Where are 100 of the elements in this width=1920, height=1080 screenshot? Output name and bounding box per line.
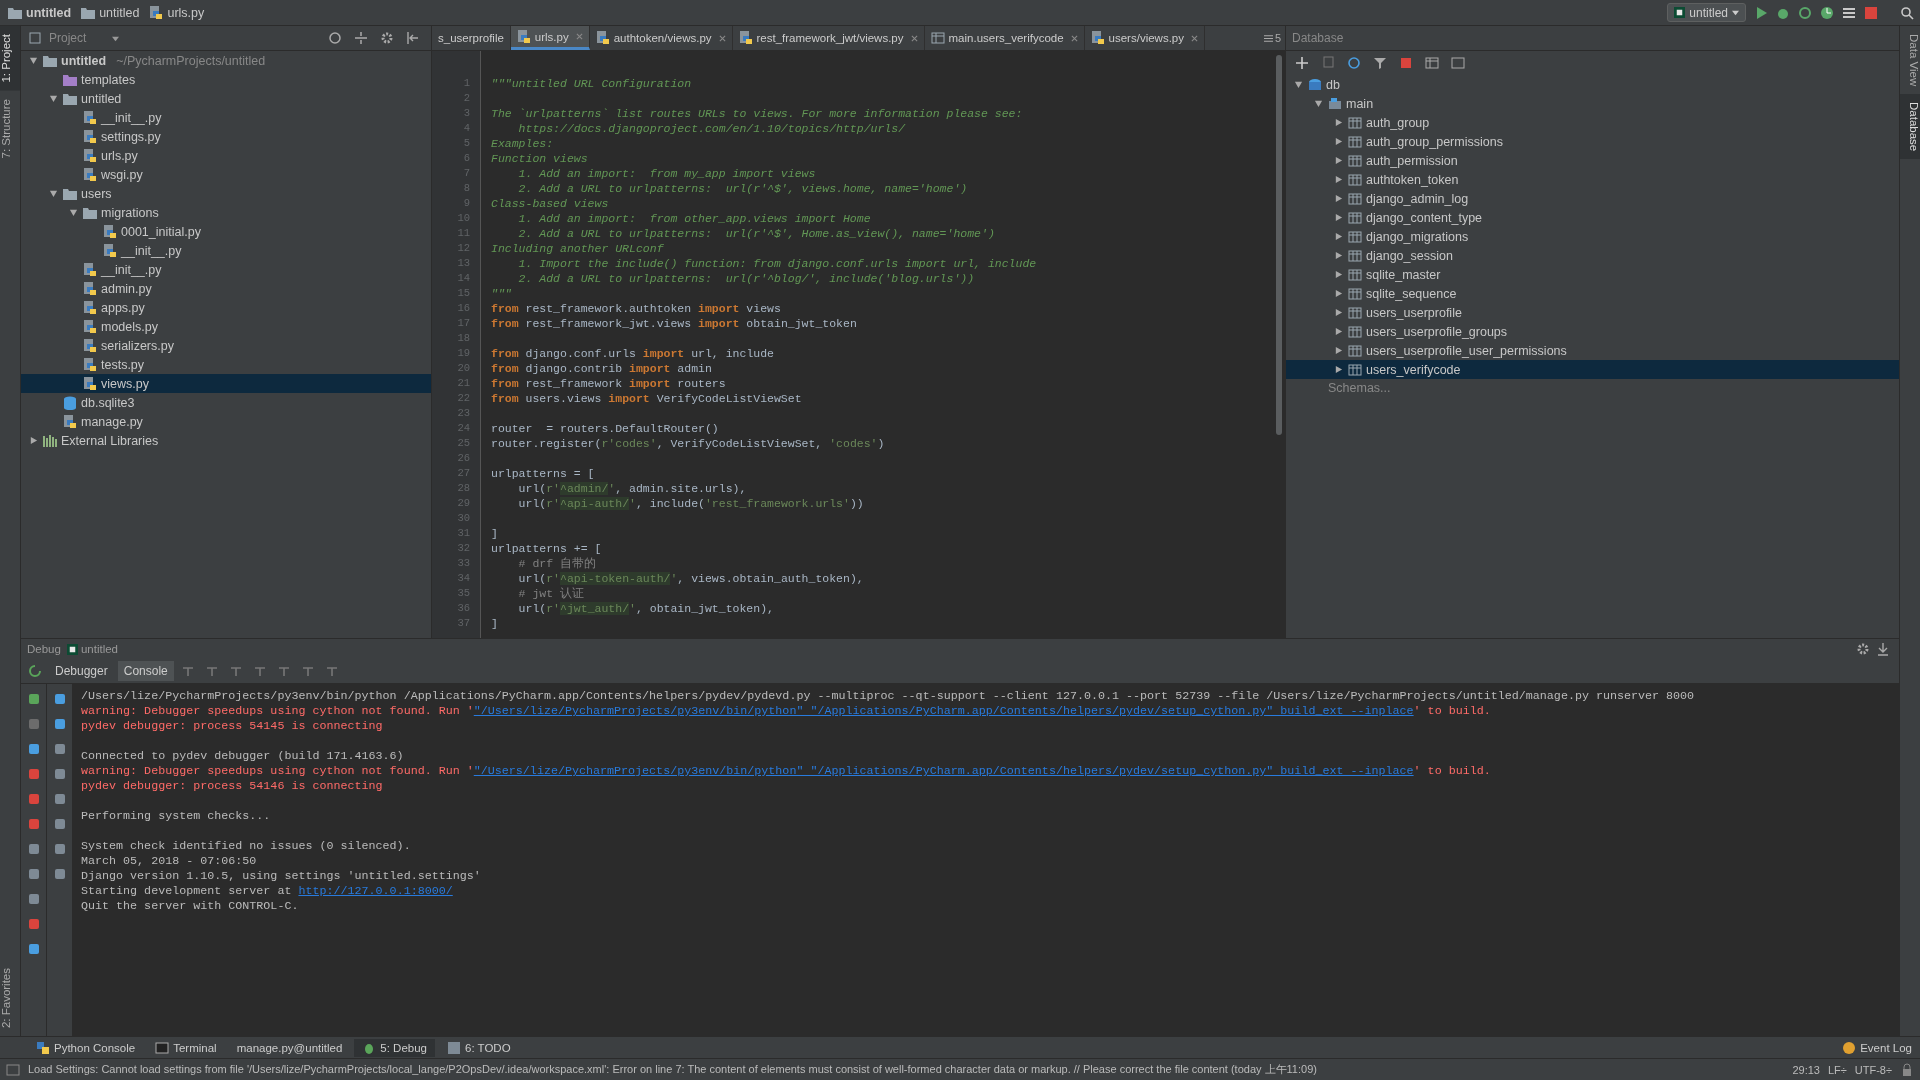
editor-tab[interactable]: authtoken/views.py [589,26,733,50]
scrollbar-thumb[interactable] [1276,55,1282,435]
tree-item[interactable]: settings.py [21,127,431,146]
hide-panel-icon[interactable] [406,31,420,45]
cursor-position[interactable]: 29:13 [1792,1063,1820,1076]
tree-item[interactable]: django_content_type [1286,208,1899,227]
tree-item[interactable]: serializers.py [21,336,431,355]
tree-item[interactable]: untitled ~/PycharmProjects/untitled [21,51,431,70]
tree-item[interactable]: users_verifycode [1286,360,1899,379]
tree-item[interactable]: main [1286,94,1899,113]
run-icon[interactable] [1754,5,1768,20]
tree-item[interactable]: untitled [21,89,431,108]
file-encoding[interactable]: UTF-8÷ [1854,1063,1892,1076]
collapse-icon[interactable] [354,31,368,45]
tree-item[interactable]: views.py [21,374,431,393]
console-link[interactable]: "/Users/lize/PycharmProjects/py3env/bin/python" "/Applications/PyCharm.app/Contents/helpers/pydev/setup_cython.py" build_ext --inplace [473,764,1414,778]
tool-window-tab[interactable]: 1: Project [0,26,20,91]
expand-arrow-icon[interactable] [1333,194,1343,203]
tree-item[interactable]: admin.py [21,279,431,298]
tree-item[interactable]: auth_group_permissions [1286,132,1899,151]
tool-window-tab[interactable]: 7: Structure [0,90,20,167]
expand-arrow-icon[interactable] [1293,80,1303,89]
tree-item[interactable]: db.sqlite3 [21,393,431,412]
editor-tab[interactable]: urls.py [510,26,590,50]
coverage-icon[interactable] [1798,5,1812,20]
tree-item[interactable]: authtoken_token [1286,170,1899,189]
expand-arrow-icon[interactable] [1333,346,1343,355]
tree-item[interactable]: django_migrations [1286,227,1899,246]
expand-arrow-icon[interactable] [1333,175,1343,184]
editor-tab[interactable]: s_userprofile [432,26,511,50]
caret-icon[interactable] [112,34,120,42]
profile-icon[interactable] [1820,5,1834,20]
tool-window-tab[interactable]: manage.py@untitled [228,1039,351,1056]
add-icon[interactable] [1295,56,1309,70]
breadcrumb[interactable]: untitled [8,5,72,20]
list-icon[interactable] [1842,5,1856,20]
breadcrumb[interactable]: untitled [81,5,140,20]
tree-item[interactable]: __init__.py [21,260,431,279]
tree-item[interactable]: __init__.py [21,108,431,127]
tree-item[interactable]: External Libraries [21,431,431,450]
expand-arrow-icon[interactable] [1333,251,1343,260]
tree-item[interactable]: manage.py [21,412,431,431]
tree-item[interactable]: db [1286,75,1899,94]
expand-arrow-icon[interactable] [1333,289,1343,298]
expand-arrow-icon[interactable] [48,189,58,198]
tree-item[interactable]: django_session [1286,246,1899,265]
tool-window-tab[interactable]: 5: Debug [354,1038,435,1057]
editor-tab[interactable]: rest_framework_jwt/views.py [732,26,925,50]
expand-arrow-icon[interactable] [68,208,78,217]
tool-window-tab[interactable]: 2: Favorites [0,959,20,1036]
expand-arrow-icon[interactable] [1333,270,1343,279]
line-separator[interactable]: LF÷ [1827,1063,1847,1076]
locate-icon[interactable] [328,31,342,45]
run-configuration-dropdown[interactable]: untitled [1667,3,1746,22]
event-log-button[interactable]: Event Log [1834,1038,1920,1057]
breadcrumb[interactable]: urls.py [149,5,205,20]
console-link[interactable]: http://127.0.0.1:8000/ [298,884,453,898]
expand-arrow-icon[interactable] [1333,327,1343,336]
editor-tab[interactable]: main.users_verifycode [924,26,1085,50]
tree-item[interactable]: users [21,184,431,203]
tree-item[interactable]: migrations [21,203,431,222]
filter-icon[interactable] [1373,56,1387,70]
expand-arrow-icon[interactable] [1313,99,1323,108]
tab-list-icon[interactable] [1263,33,1273,43]
expand-arrow-icon[interactable] [1333,118,1343,127]
console-link[interactable]: "/Users/lize/PycharmProjects/py3env/bin/python" "/Applications/PyCharm.app/Contents/helpers/pydev/setup_cython.py" build_ext --inplace [473,704,1414,718]
tree-item[interactable]: templates [21,70,431,89]
tree-item[interactable]: auth_group [1286,113,1899,132]
expand-arrow-icon[interactable] [1333,137,1343,146]
expand-arrow-icon[interactable] [28,56,38,65]
tool-window-tab[interactable]: Database [1900,94,1920,160]
table-icon[interactable] [1425,56,1439,70]
tool-window-tab[interactable]: Terminal [147,1038,225,1057]
minimize-icon[interactable] [1876,642,1890,656]
tree-item[interactable]: sqlite_master [1286,265,1899,284]
tree-item[interactable]: 0001_initial.py [21,222,431,241]
expand-arrow-icon[interactable] [48,94,58,103]
tool-window-tab[interactable]: Data View [1900,26,1920,95]
tool-window-tab[interactable]: Python Console [28,1038,144,1057]
tree-item[interactable]: wsgi.py [21,165,431,184]
tool-window-tab[interactable]: 6: TODO [439,1038,519,1057]
tree-item[interactable]: tests.py [21,355,431,374]
refresh-icon[interactable] [1347,56,1361,70]
tree-item[interactable]: users_userprofile [1286,303,1899,322]
expand-arrow-icon[interactable] [1333,213,1343,222]
tree-item[interactable]: users_userprofile_groups [1286,322,1899,341]
tree-item[interactable]: sqlite_sequence [1286,284,1899,303]
expand-arrow-icon[interactable] [1333,232,1343,241]
hidden-tabs-count[interactable]: 5 [1274,32,1281,44]
debugger-tab[interactable]: Console [117,661,174,681]
editor-tab[interactable]: users/views.py [1084,26,1205,50]
expand-arrow-icon[interactable] [28,436,38,445]
tree-item[interactable]: models.py [21,317,431,336]
lock-icon[interactable] [1900,1062,1914,1077]
run-configuration-label[interactable]: untitled [80,643,118,655]
panel-toggle-icon[interactable] [6,1062,20,1077]
expand-arrow-icon[interactable] [1333,156,1343,165]
tree-item[interactable]: users_userprofile_user_permissions [1286,341,1899,360]
tree-item[interactable]: auth_permission [1286,151,1899,170]
search-icon[interactable] [1900,5,1914,20]
